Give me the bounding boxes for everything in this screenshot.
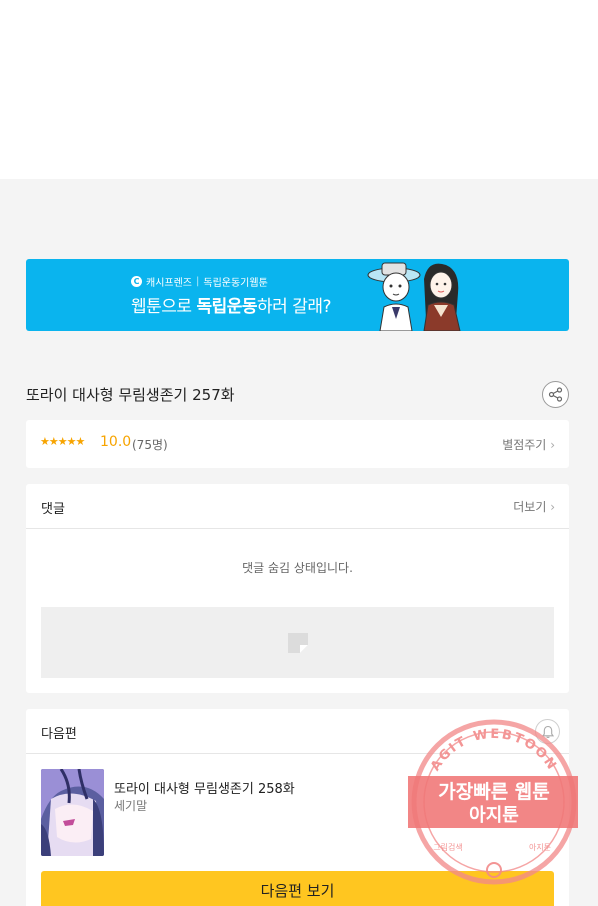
rating-score: 10.0 — [100, 434, 132, 450]
comment-input-placeholder[interactable] — [41, 607, 554, 678]
next-episode-author: 세기말 — [114, 799, 148, 813]
comment-more-link[interactable]: 더보기 › — [513, 498, 555, 515]
banner-brand: 캐시프렌즈 — [146, 278, 192, 289]
cashfriends-logo-icon: C — [131, 276, 142, 287]
comment-header: 댓글 더보기 › — [26, 484, 569, 529]
episode-title: 또라이 대사형 무림생존기 257화 — [26, 386, 235, 404]
comment-hidden-message: 댓글 숨김 상태입니다. — [242, 561, 353, 575]
rating-count: (75명) — [132, 438, 168, 452]
placeholder-image-icon — [287, 632, 308, 653]
banner-headline: 웹툰으로 독립운동하러 갈래? — [131, 297, 332, 317]
next-episode-button[interactable]: 다음편 보기 — [41, 871, 554, 906]
next-episode-thumbnail[interactable] — [41, 769, 104, 856]
banner-separator: | — [196, 276, 200, 287]
rating-card: ★★★★★ 10.0 (75명) 별점주기 › — [26, 420, 569, 468]
banner-characters-illustration — [367, 262, 461, 331]
promo-banner[interactable]: C 캐시프렌즈 | 독립운동기웹툰 웹툰으로 독립운동하러 갈래? — [26, 259, 569, 331]
next-episode-section: 다음편 또라이 대사형 무림생존기 258화 세기말 다음편 보기 — [26, 709, 569, 906]
share-button[interactable] — [542, 381, 569, 408]
ad-blank-area — [0, 0, 598, 179]
chevron-right-icon: › — [550, 500, 555, 514]
rate-button[interactable]: 별점주기 › — [502, 436, 555, 453]
next-episode-header: 다음편 — [26, 709, 569, 754]
banner-series: 독립운동기웹툰 — [203, 278, 268, 289]
bell-icon — [541, 725, 554, 738]
banner-subtitle: C 캐시프렌즈 | 독립운동기웹툰 — [131, 274, 268, 289]
comment-section-title: 댓글 — [41, 502, 65, 517]
comment-section: 댓글 더보기 › 댓글 숨김 상태입니다. — [26, 484, 569, 693]
chevron-right-icon: › — [550, 438, 555, 452]
next-episode-title[interactable]: 또라이 대사형 무림생존기 258화 — [114, 778, 295, 797]
rating-stars: ★★★★★ — [40, 435, 85, 448]
share-icon — [548, 387, 563, 402]
notification-button[interactable] — [535, 719, 560, 744]
next-episode-section-title: 다음편 — [41, 727, 77, 742]
